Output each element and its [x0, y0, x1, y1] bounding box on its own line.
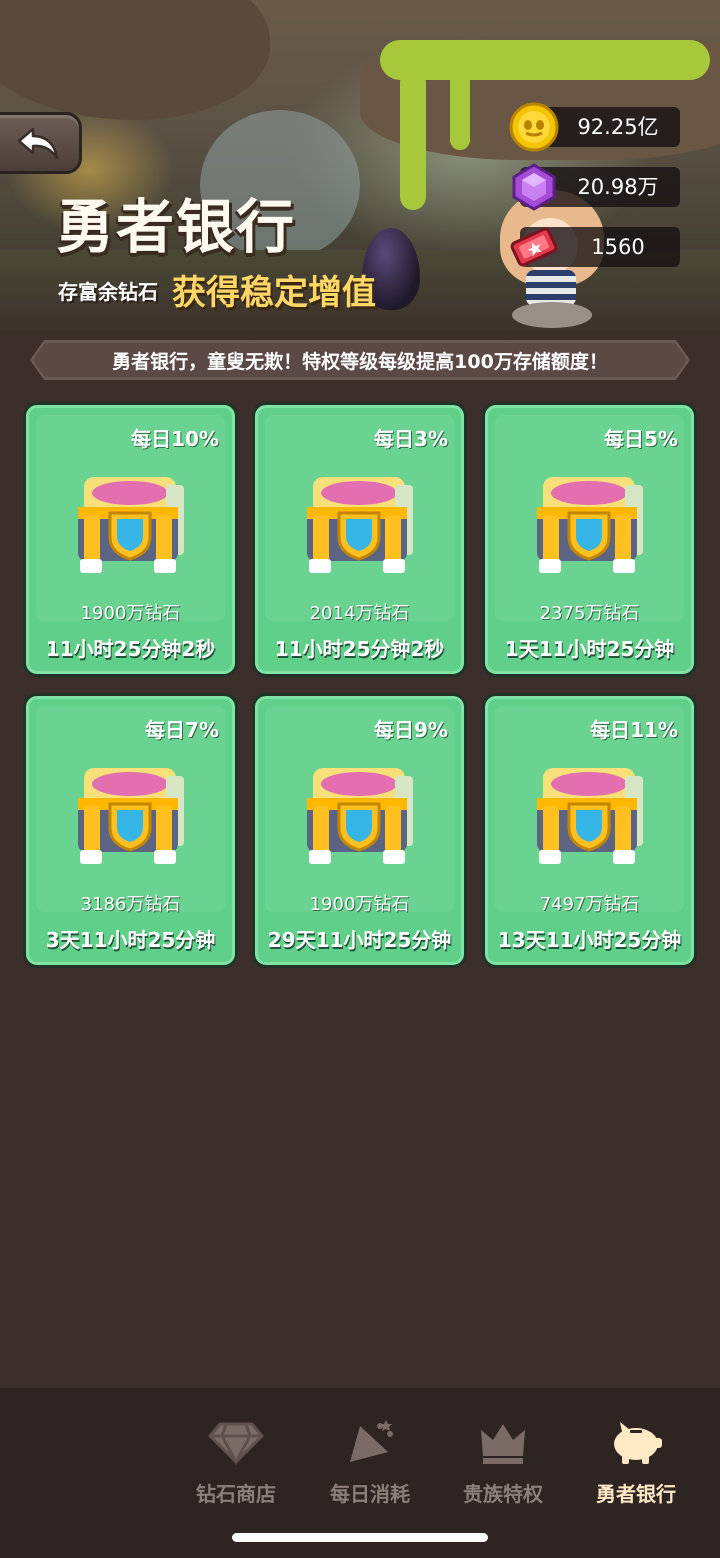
- diamond-amount: 7497万钻石: [539, 894, 640, 915]
- gold-counter[interactable]: 92.25亿: [509, 102, 680, 152]
- card-panel: 每日7% 3186万钻石: [36, 706, 225, 915]
- treasure-chest-icon: [537, 768, 643, 864]
- back-button[interactable]: [0, 112, 82, 174]
- piggy-bank-icon: [614, 1422, 662, 1464]
- diamond-amount: 2014万钻石: [309, 603, 410, 624]
- daily-rate: 每日3%: [374, 427, 448, 451]
- diamond-icon: [208, 1422, 264, 1466]
- page-title: 勇者银行: [56, 193, 297, 261]
- ticket-counter[interactable]: 1560: [510, 227, 680, 267]
- nav-item-daily-spend[interactable]: 每日消耗: [295, 1418, 445, 1508]
- crown-icon: [481, 1424, 525, 1464]
- daily-rate: 每日5%: [604, 427, 678, 451]
- treasure-chest-icon: [78, 477, 184, 573]
- card-panel: 每日9% 1900万钻石: [265, 706, 454, 915]
- back-arrow-icon: [17, 127, 59, 160]
- treasure-chest-icon: [537, 477, 643, 573]
- countdown-timer: 1天11小时25分钟: [504, 637, 675, 661]
- nav-label: 钻石商店: [196, 1482, 276, 1506]
- daily-rate: 每日10%: [131, 427, 219, 451]
- nav-item-hero-bank[interactable]: 勇者银行: [561, 1418, 711, 1508]
- nav-item-diamond-shop[interactable]: 钻石商店: [161, 1418, 311, 1508]
- bank-card[interactable]: 每日7% 3186万钻石 3天11小时25分钟: [23, 693, 238, 968]
- card-panel: 每日11% 7497万钻石: [495, 706, 684, 915]
- bank-card[interactable]: 每日9% 1900万钻石 29天11小时25分钟: [252, 693, 467, 968]
- gem-counter[interactable]: 20.98万: [512, 163, 680, 211]
- nav-item-noble-privilege[interactable]: 贵族特权: [428, 1418, 578, 1508]
- purple-gem-icon: [512, 163, 556, 211]
- countdown-timer: 11小时25分钟2秒: [45, 637, 216, 661]
- treasure-chest-icon: [307, 768, 413, 864]
- bank-card[interactable]: 每日11% 7497万钻石 13天11小时25分钟: [482, 693, 697, 968]
- countdown-timer: 11小时25分钟2秒: [274, 637, 445, 661]
- daily-rate: 每日7%: [145, 718, 219, 742]
- countdown-timer: 29天11小时25分钟: [267, 928, 452, 952]
- bank-card[interactable]: 每日10% 1900万钻石 11小时25分钟2秒: [23, 402, 238, 677]
- moss-drip-decoration: [400, 70, 426, 210]
- diamond-amount: 3186万钻石: [80, 894, 181, 915]
- treasure-chest-icon: [78, 768, 184, 864]
- card-panel: 每日10% 1900万钻石: [36, 415, 225, 624]
- treasure-chest-icon: [307, 477, 413, 573]
- diamond-amount: 1900万钻石: [309, 894, 410, 915]
- gold-value: 92.25亿: [577, 115, 659, 139]
- rock-decoration: [0, 0, 270, 120]
- moss-drip-decoration: [450, 60, 470, 150]
- diamond-amount: 2375万钻石: [539, 603, 640, 624]
- daily-rate: 每日11%: [590, 718, 678, 742]
- bank-card[interactable]: 每日5% 2375万钻石 1天11小时25分钟: [482, 402, 697, 677]
- daily-rate: 每日9%: [374, 718, 448, 742]
- ticket-icon: [510, 227, 558, 267]
- subtitle-big: 获得稳定增值: [172, 273, 376, 313]
- party-popper-icon: [350, 1420, 393, 1462]
- notice-text: 勇者银行，童叟无欺！特权等级每级提高100万存储额度！: [112, 350, 608, 373]
- home-indicator[interactable]: [232, 1533, 488, 1542]
- card-panel: 每日5% 2375万钻石: [495, 415, 684, 624]
- nav-label: 贵族特权: [463, 1482, 543, 1506]
- card-panel: 每日3% 2014万钻石: [265, 415, 454, 624]
- ticket-value: 1560: [591, 235, 645, 259]
- nav-label: 勇者银行: [596, 1482, 676, 1506]
- bank-card[interactable]: 每日3% 2014万钻石 11小时25分钟2秒: [252, 402, 467, 677]
- nav-label: 每日消耗: [330, 1482, 410, 1506]
- moss-decoration: [380, 40, 710, 80]
- diamond-amount: 1900万钻石: [80, 603, 181, 624]
- notice-ribbon: 勇者银行，童叟无欺！特权等级每级提高100万存储额度！: [30, 340, 690, 380]
- countdown-timer: 13天11小时25分钟: [497, 928, 682, 952]
- countdown-timer: 3天11小时25分钟: [45, 928, 216, 952]
- subtitle-small: 存富余钻石: [58, 280, 158, 304]
- gold-coin-icon: [509, 102, 559, 152]
- gem-value: 20.98万: [577, 175, 659, 199]
